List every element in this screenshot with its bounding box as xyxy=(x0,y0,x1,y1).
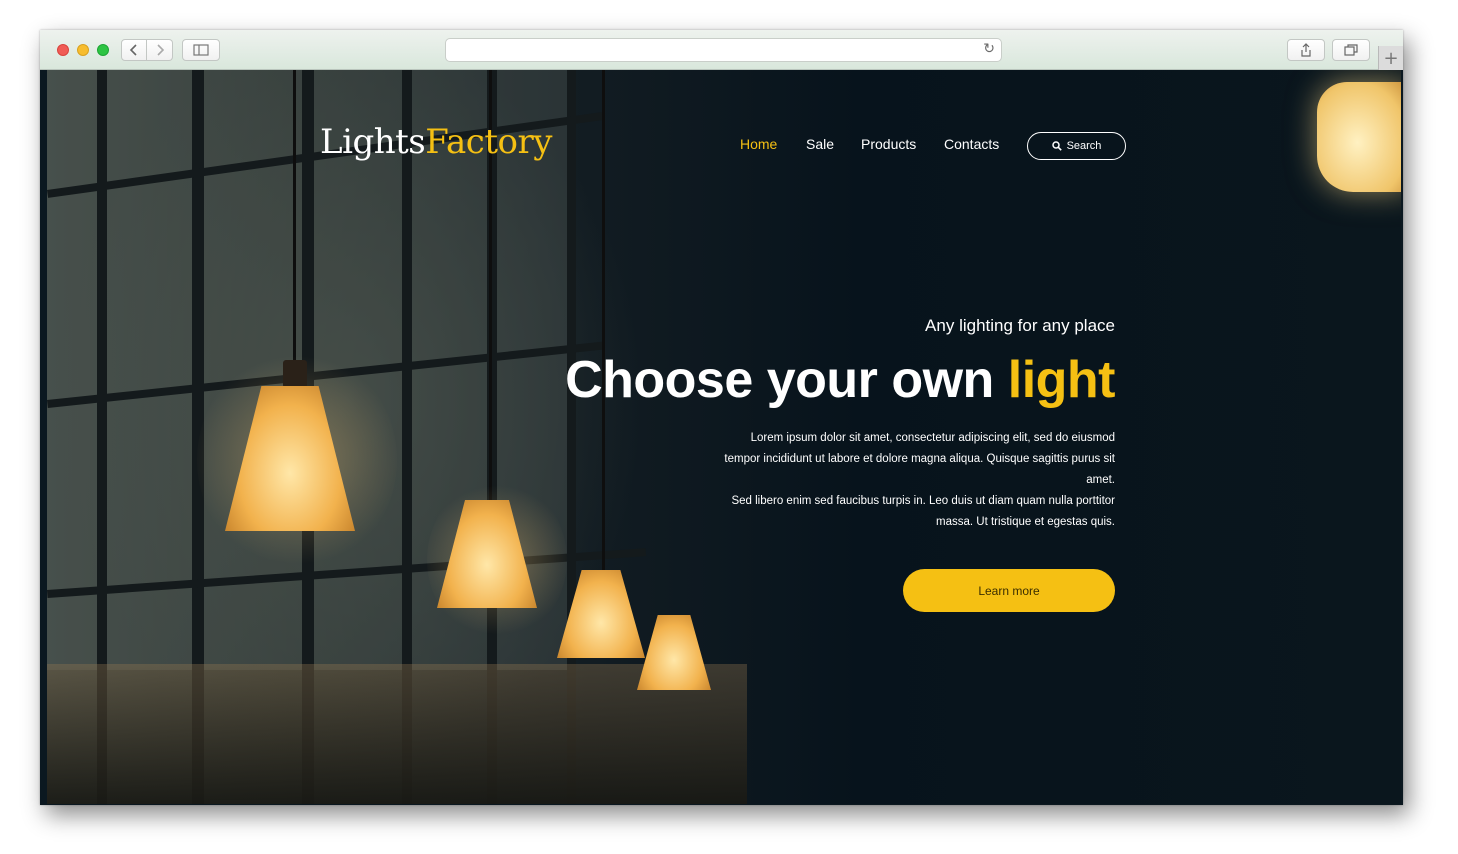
zoom-window-button[interactable] xyxy=(97,44,109,56)
reload-icon[interactable]: ↻ xyxy=(983,41,995,57)
description-paragraph-2: Sed libero enim sed faucibus turpis in. … xyxy=(731,495,1115,528)
share-icon xyxy=(1301,43,1311,57)
hero-subtitle: Any lighting for any place xyxy=(925,316,1115,335)
search-button-label: Search xyxy=(1066,140,1102,152)
hero-headline: Choose your own light xyxy=(565,350,1115,410)
site-logo[interactable]: LightsFactory xyxy=(320,122,552,162)
sidebar-icon xyxy=(193,44,209,56)
lamp-cord xyxy=(293,70,296,370)
logo-accent-text: Factory xyxy=(425,122,552,162)
chevron-right-icon xyxy=(156,44,164,56)
learn-more-button[interactable]: Learn more xyxy=(903,569,1115,612)
headline-accent: light xyxy=(1007,351,1116,409)
browser-window: ↻ + LightsFactory Home Sale Products Con… xyxy=(40,30,1403,805)
new-tab-button[interactable]: + xyxy=(1378,46,1403,70)
lamp-cap xyxy=(283,360,307,388)
share-button[interactable] xyxy=(1287,39,1325,61)
chevron-left-icon xyxy=(129,44,137,56)
back-button[interactable] xyxy=(121,39,147,61)
headline-main: Choose your own xyxy=(565,351,1008,409)
hero-description: Lorem ipsum dolor sit amet, consectetur … xyxy=(715,428,1115,533)
pendant-lamp xyxy=(637,615,711,690)
forward-button[interactable] xyxy=(147,39,173,61)
browser-toolbar: ↻ + xyxy=(40,30,1403,70)
nav-item-contacts[interactable]: Contacts xyxy=(944,136,999,152)
address-bar[interactable]: ↻ xyxy=(445,38,1002,62)
nav-item-sale[interactable]: Sale xyxy=(806,136,834,152)
search-icon xyxy=(1051,141,1062,151)
tabs-icon xyxy=(1344,44,1358,56)
page-content: LightsFactory Home Sale Products Contact… xyxy=(47,70,1401,804)
lamp-cord xyxy=(602,70,605,570)
logo-main-text: Lights xyxy=(320,122,426,162)
nav-item-products[interactable]: Products xyxy=(861,136,916,152)
learn-more-label: Learn more xyxy=(978,583,1040,598)
corner-lamp xyxy=(1317,82,1401,192)
sidebar-toggle-button[interactable] xyxy=(182,39,220,61)
plus-icon: + xyxy=(1383,47,1399,69)
description-paragraph-1: Lorem ipsum dolor sit amet, consectetur … xyxy=(724,432,1115,486)
show-tabs-button[interactable] xyxy=(1332,39,1370,61)
close-window-button[interactable] xyxy=(57,44,69,56)
minimize-window-button[interactable] xyxy=(77,44,89,56)
nav-item-home[interactable]: Home xyxy=(740,136,777,152)
search-button[interactable]: Search xyxy=(1027,132,1126,160)
